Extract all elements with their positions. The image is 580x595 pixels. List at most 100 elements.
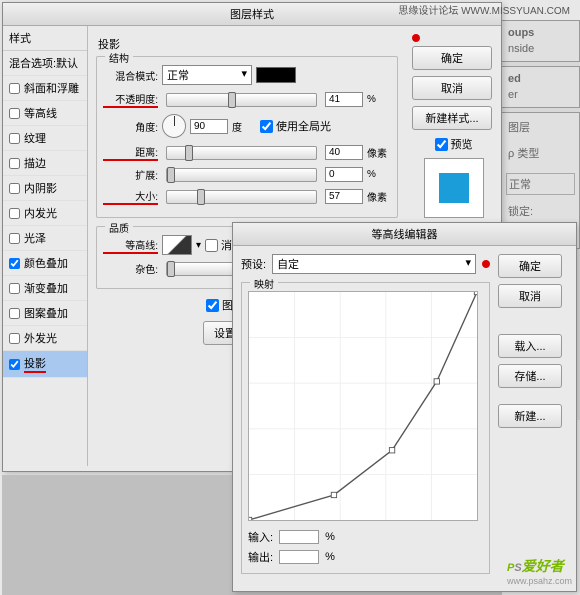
watermark-top: 思缘设计论坛 WWW.MISSYUAN.COM bbox=[398, 2, 570, 17]
bg-text: er bbox=[506, 87, 575, 103]
red-dot-icon bbox=[412, 34, 420, 42]
preset-label: 预设: bbox=[241, 256, 266, 272]
dialog-title: 等高线编辑器 bbox=[233, 223, 576, 246]
style-item-pattern-overlay[interactable]: 图案叠加 bbox=[3, 301, 87, 326]
item-label: 外发光 bbox=[24, 330, 57, 346]
style-item-bevel[interactable]: 斜面和浮雕 bbox=[3, 76, 87, 101]
spread-slider[interactable] bbox=[166, 168, 317, 182]
spread-label: 扩展: bbox=[103, 167, 158, 182]
antialias-checkbox[interactable]: 消 bbox=[205, 237, 232, 253]
checkbox[interactable] bbox=[9, 133, 20, 144]
checkbox[interactable] bbox=[9, 108, 20, 119]
checkbox[interactable] bbox=[9, 333, 20, 344]
checkbox[interactable] bbox=[9, 183, 20, 194]
distance-slider[interactable] bbox=[166, 146, 317, 160]
angle-dial[interactable] bbox=[162, 114, 186, 138]
structure-fieldset: 结构 混合模式: 正常 ▾ 不透明度: 41 % 角度: 90 度 bbox=[96, 56, 398, 218]
item-label: 斜面和浮雕 bbox=[24, 80, 79, 96]
item-label: 内发光 bbox=[24, 205, 57, 221]
blend-options-default[interactable]: 混合选项:默认 bbox=[3, 51, 87, 76]
contour-label: 等高线: bbox=[103, 237, 158, 254]
preview-checkbox[interactable]: 预览 bbox=[412, 136, 495, 152]
bg-text: nside bbox=[506, 41, 575, 57]
checkbox[interactable] bbox=[9, 158, 20, 169]
preview-box bbox=[424, 158, 484, 218]
style-item-color-overlay[interactable]: 颜色叠加 bbox=[3, 251, 87, 276]
checkbox[interactable] bbox=[9, 308, 20, 319]
item-label: 光泽 bbox=[24, 230, 46, 246]
contour-editor-dialog: 等高线编辑器 预设: 自定 ▾ 映射 bbox=[232, 222, 577, 592]
fieldset-label: 结构 bbox=[105, 50, 133, 65]
checkbox[interactable] bbox=[9, 233, 20, 244]
cancel-button[interactable]: 取消 bbox=[498, 284, 562, 308]
size-input[interactable]: 57 bbox=[325, 189, 363, 204]
checkbox[interactable] bbox=[9, 83, 20, 94]
checkbox[interactable] bbox=[9, 359, 20, 370]
style-item-inner-shadow[interactable]: 内阴影 bbox=[3, 176, 87, 201]
size-label: 大小: bbox=[103, 188, 158, 205]
style-item-drop-shadow[interactable]: 投影 bbox=[3, 351, 87, 378]
unit: % bbox=[325, 531, 335, 543]
watermark-bottom: PS爱好者 www.psahz.com bbox=[507, 555, 572, 586]
size-slider[interactable] bbox=[166, 190, 317, 204]
shadow-color-swatch[interactable] bbox=[256, 67, 296, 83]
item-label: 渐变叠加 bbox=[24, 280, 68, 296]
ok-button[interactable]: 确定 bbox=[498, 254, 562, 278]
red-dot-icon bbox=[482, 260, 490, 268]
styles-header: 样式 bbox=[3, 26, 87, 51]
unit: 像素 bbox=[367, 145, 391, 160]
global-light-checkbox[interactable]: 使用全局光 bbox=[260, 118, 331, 134]
contour-graph[interactable] bbox=[248, 291, 478, 521]
distance-label: 距离: bbox=[103, 144, 158, 161]
style-item-contour[interactable]: 等高线 bbox=[3, 101, 87, 126]
style-item-satin[interactable]: 光泽 bbox=[3, 226, 87, 251]
unit: % bbox=[325, 551, 335, 563]
angle-input[interactable]: 90 bbox=[190, 119, 228, 134]
mapping-fieldset: 映射 输入:% 输出:% bbox=[241, 282, 490, 574]
unit: % bbox=[367, 169, 391, 180]
preview-swatch bbox=[439, 173, 469, 203]
blend-select[interactable]: 正常 bbox=[506, 173, 575, 195]
item-label: 描边 bbox=[24, 155, 46, 171]
style-item-outer-glow[interactable]: 外发光 bbox=[3, 326, 87, 351]
style-item-texture[interactable]: 纹理 bbox=[3, 126, 87, 151]
cancel-button[interactable]: 取消 bbox=[412, 76, 492, 100]
distance-input[interactable]: 40 bbox=[325, 145, 363, 160]
item-label: 颜色叠加 bbox=[24, 255, 68, 271]
checkbox[interactable] bbox=[9, 258, 20, 269]
input-value[interactable] bbox=[279, 530, 319, 544]
spread-input[interactable]: 0 bbox=[325, 167, 363, 182]
checkbox[interactable] bbox=[9, 208, 20, 219]
angle-label: 角度: bbox=[103, 119, 158, 134]
bg-text: ed bbox=[506, 71, 575, 87]
blend-mode-label: 混合模式: bbox=[103, 68, 158, 83]
blend-mode-select[interactable]: 正常 ▾ bbox=[162, 65, 252, 85]
load-button[interactable]: 载入... bbox=[498, 334, 562, 358]
output-value[interactable] bbox=[279, 550, 319, 564]
new-style-button[interactable]: 新建样式... bbox=[412, 106, 492, 130]
preset-select[interactable]: 自定 ▾ bbox=[272, 254, 476, 274]
opacity-input[interactable]: 41 bbox=[325, 92, 363, 107]
item-label: 等高线 bbox=[24, 105, 57, 121]
unit: 像素 bbox=[367, 189, 391, 204]
contour-thumbnail[interactable] bbox=[162, 235, 192, 255]
new-button[interactable]: 新建... bbox=[498, 404, 562, 428]
unit: 度 bbox=[232, 119, 256, 134]
item-label: 图案叠加 bbox=[24, 305, 68, 321]
ok-button[interactable]: 确定 bbox=[412, 46, 492, 70]
item-label: 内阴影 bbox=[24, 180, 57, 196]
item-label: 投影 bbox=[24, 355, 46, 373]
layers-tab[interactable]: 图层 bbox=[506, 117, 575, 137]
save-button[interactable]: 存储... bbox=[498, 364, 562, 388]
opacity-label: 不透明度: bbox=[103, 91, 158, 108]
mapping-label: 映射 bbox=[250, 276, 278, 291]
style-item-gradient-overlay[interactable]: 渐变叠加 bbox=[3, 276, 87, 301]
style-item-stroke[interactable]: 描边 bbox=[3, 151, 87, 176]
style-item-inner-glow[interactable]: 内发光 bbox=[3, 201, 87, 226]
checkbox[interactable] bbox=[9, 283, 20, 294]
fieldset-label: 品质 bbox=[105, 220, 133, 235]
input-label: 输入: bbox=[248, 529, 273, 545]
unit: % bbox=[367, 94, 391, 105]
opacity-slider[interactable] bbox=[166, 93, 317, 107]
lock-label: 锁定: bbox=[506, 201, 575, 221]
